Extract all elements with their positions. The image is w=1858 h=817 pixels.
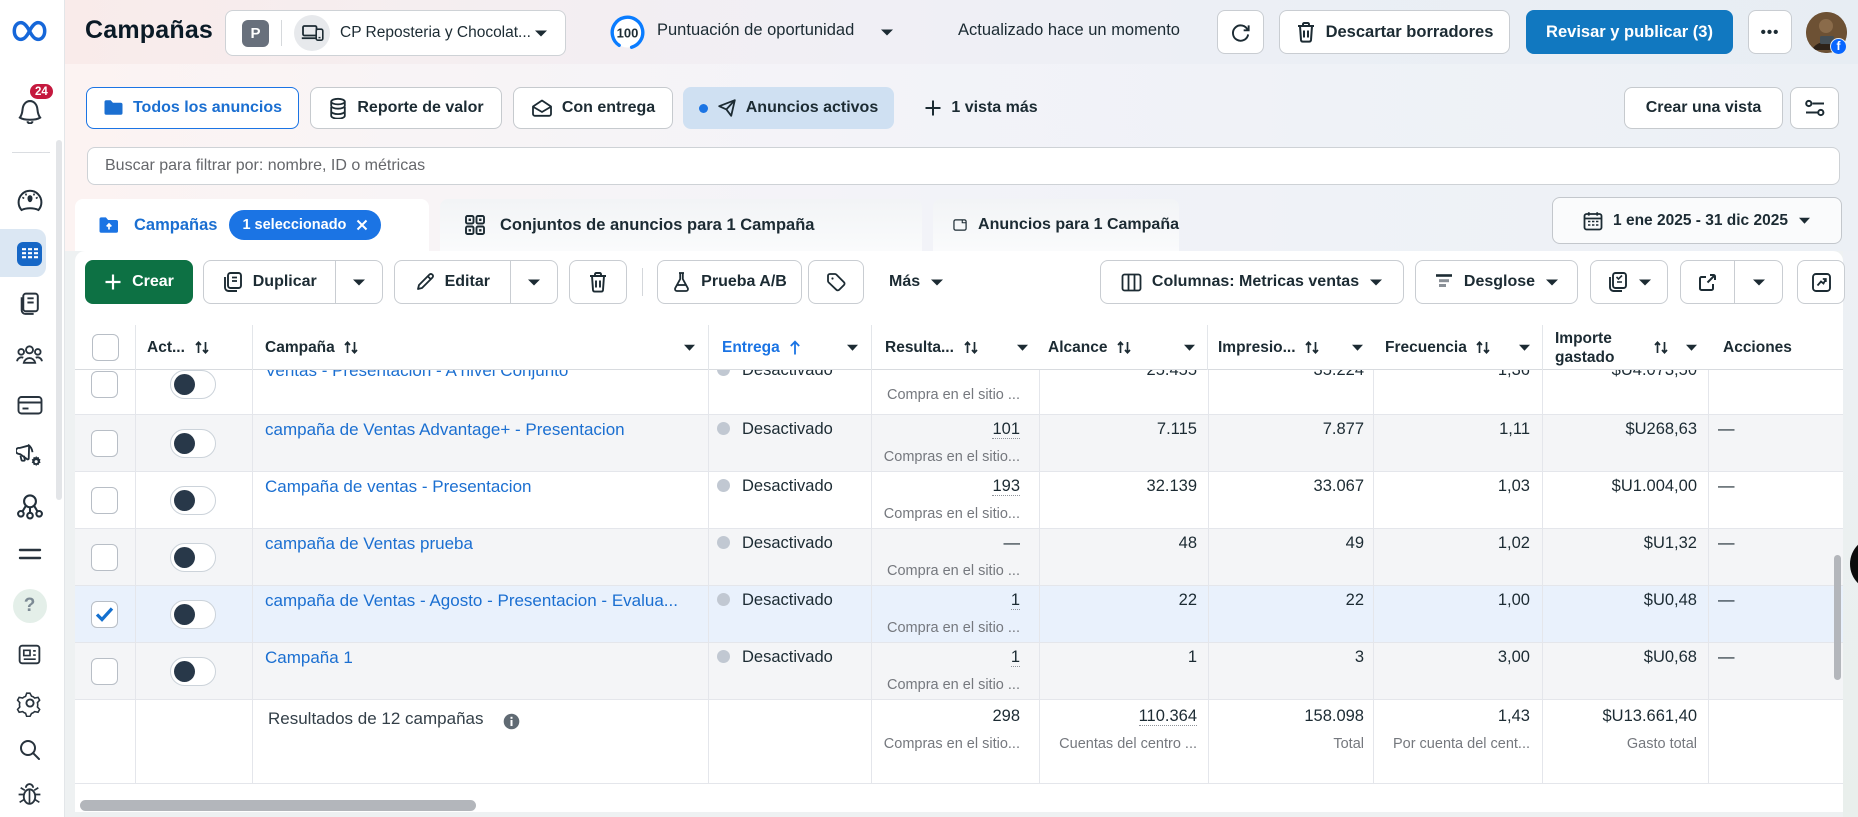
svg-text:100: 100 xyxy=(617,26,639,41)
